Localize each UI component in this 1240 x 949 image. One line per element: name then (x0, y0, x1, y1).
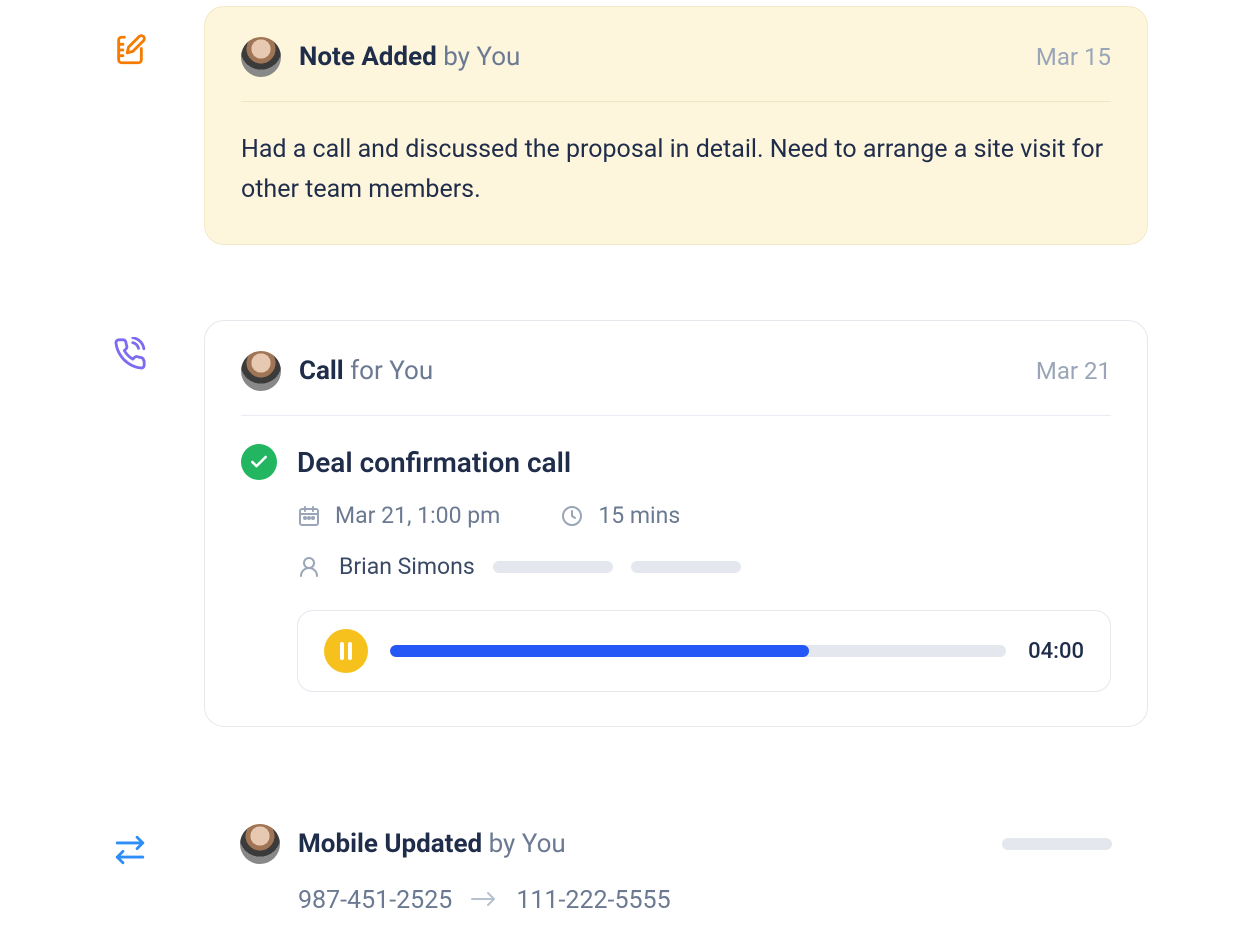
audio-player: 04:00 (297, 610, 1111, 692)
update-title-bold: Mobile Updated (298, 829, 482, 859)
note-header: Note Added by You Mar 15 (241, 37, 1111, 77)
clock-icon (560, 504, 584, 528)
call-meta: Mar 21, 1:00 pm 15 mins (297, 502, 1111, 529)
person-icon (297, 555, 321, 579)
audio-time: 04:00 (1028, 639, 1084, 664)
audio-progress-fill (390, 645, 809, 657)
call-body: Deal confirmation call Mar 21, 1:00 pm 1… (241, 444, 1111, 692)
note-date: Mar 15 (1036, 43, 1111, 71)
call-person-name: Brian Simons (339, 553, 475, 580)
update-header: Mobile Updated by You (240, 824, 1112, 864)
update-icon (108, 828, 152, 872)
pause-button[interactable] (324, 629, 368, 673)
call-people: Brian Simons (297, 553, 1111, 580)
audio-progress-track[interactable] (390, 645, 1006, 657)
note-title-by: by You (437, 42, 521, 72)
note-title-bold: Note Added (299, 42, 437, 72)
call-title-for: for You (344, 356, 434, 386)
note-body: Had a call and discussed the proposal in… (241, 130, 1111, 210)
update-title-by: by You (482, 829, 566, 859)
call-title-row: Deal confirmation call (241, 444, 1111, 480)
call-datetime: Mar 21, 1:00 pm (297, 502, 500, 529)
call-subject: Deal confirmation call (297, 446, 571, 479)
call-duration-text: 15 mins (598, 502, 680, 529)
placeholder-pill (1002, 838, 1112, 850)
avatar (241, 351, 281, 391)
update-body: 987-451-2525 111-222-5555 (298, 886, 1112, 915)
pause-icon (340, 642, 352, 660)
update-old-value: 987-451-2525 (298, 886, 452, 915)
arrow-right-icon (470, 886, 498, 915)
call-datetime-text: Mar 21, 1:00 pm (335, 502, 500, 529)
update-card: Mobile Updated by You 987-451-2525 111-2… (204, 806, 1148, 949)
note-card: Note Added by You Mar 15 Had a call and … (204, 6, 1148, 245)
calendar-icon (297, 504, 321, 528)
note-title: Note Added by You (299, 42, 520, 72)
update-title: Mobile Updated by You (298, 829, 566, 859)
call-date: Mar 21 (1036, 357, 1111, 385)
placeholder-pill (493, 561, 613, 573)
placeholder-pill (631, 561, 741, 573)
call-header: Call for You Mar 21 (241, 351, 1111, 391)
call-icon (108, 332, 152, 376)
divider (241, 415, 1111, 416)
update-date-placeholder (1002, 838, 1112, 850)
check-icon (241, 444, 277, 480)
call-duration: 15 mins (560, 502, 680, 529)
avatar (240, 824, 280, 864)
avatar (241, 37, 281, 77)
call-title-bold: Call (299, 356, 344, 386)
update-new-value: 111-222-5555 (516, 886, 670, 915)
call-card: Call for You Mar 21 Deal confirmation ca… (204, 320, 1148, 727)
call-title-line: Call for You (299, 356, 433, 386)
note-icon (108, 28, 152, 72)
divider (241, 101, 1111, 102)
